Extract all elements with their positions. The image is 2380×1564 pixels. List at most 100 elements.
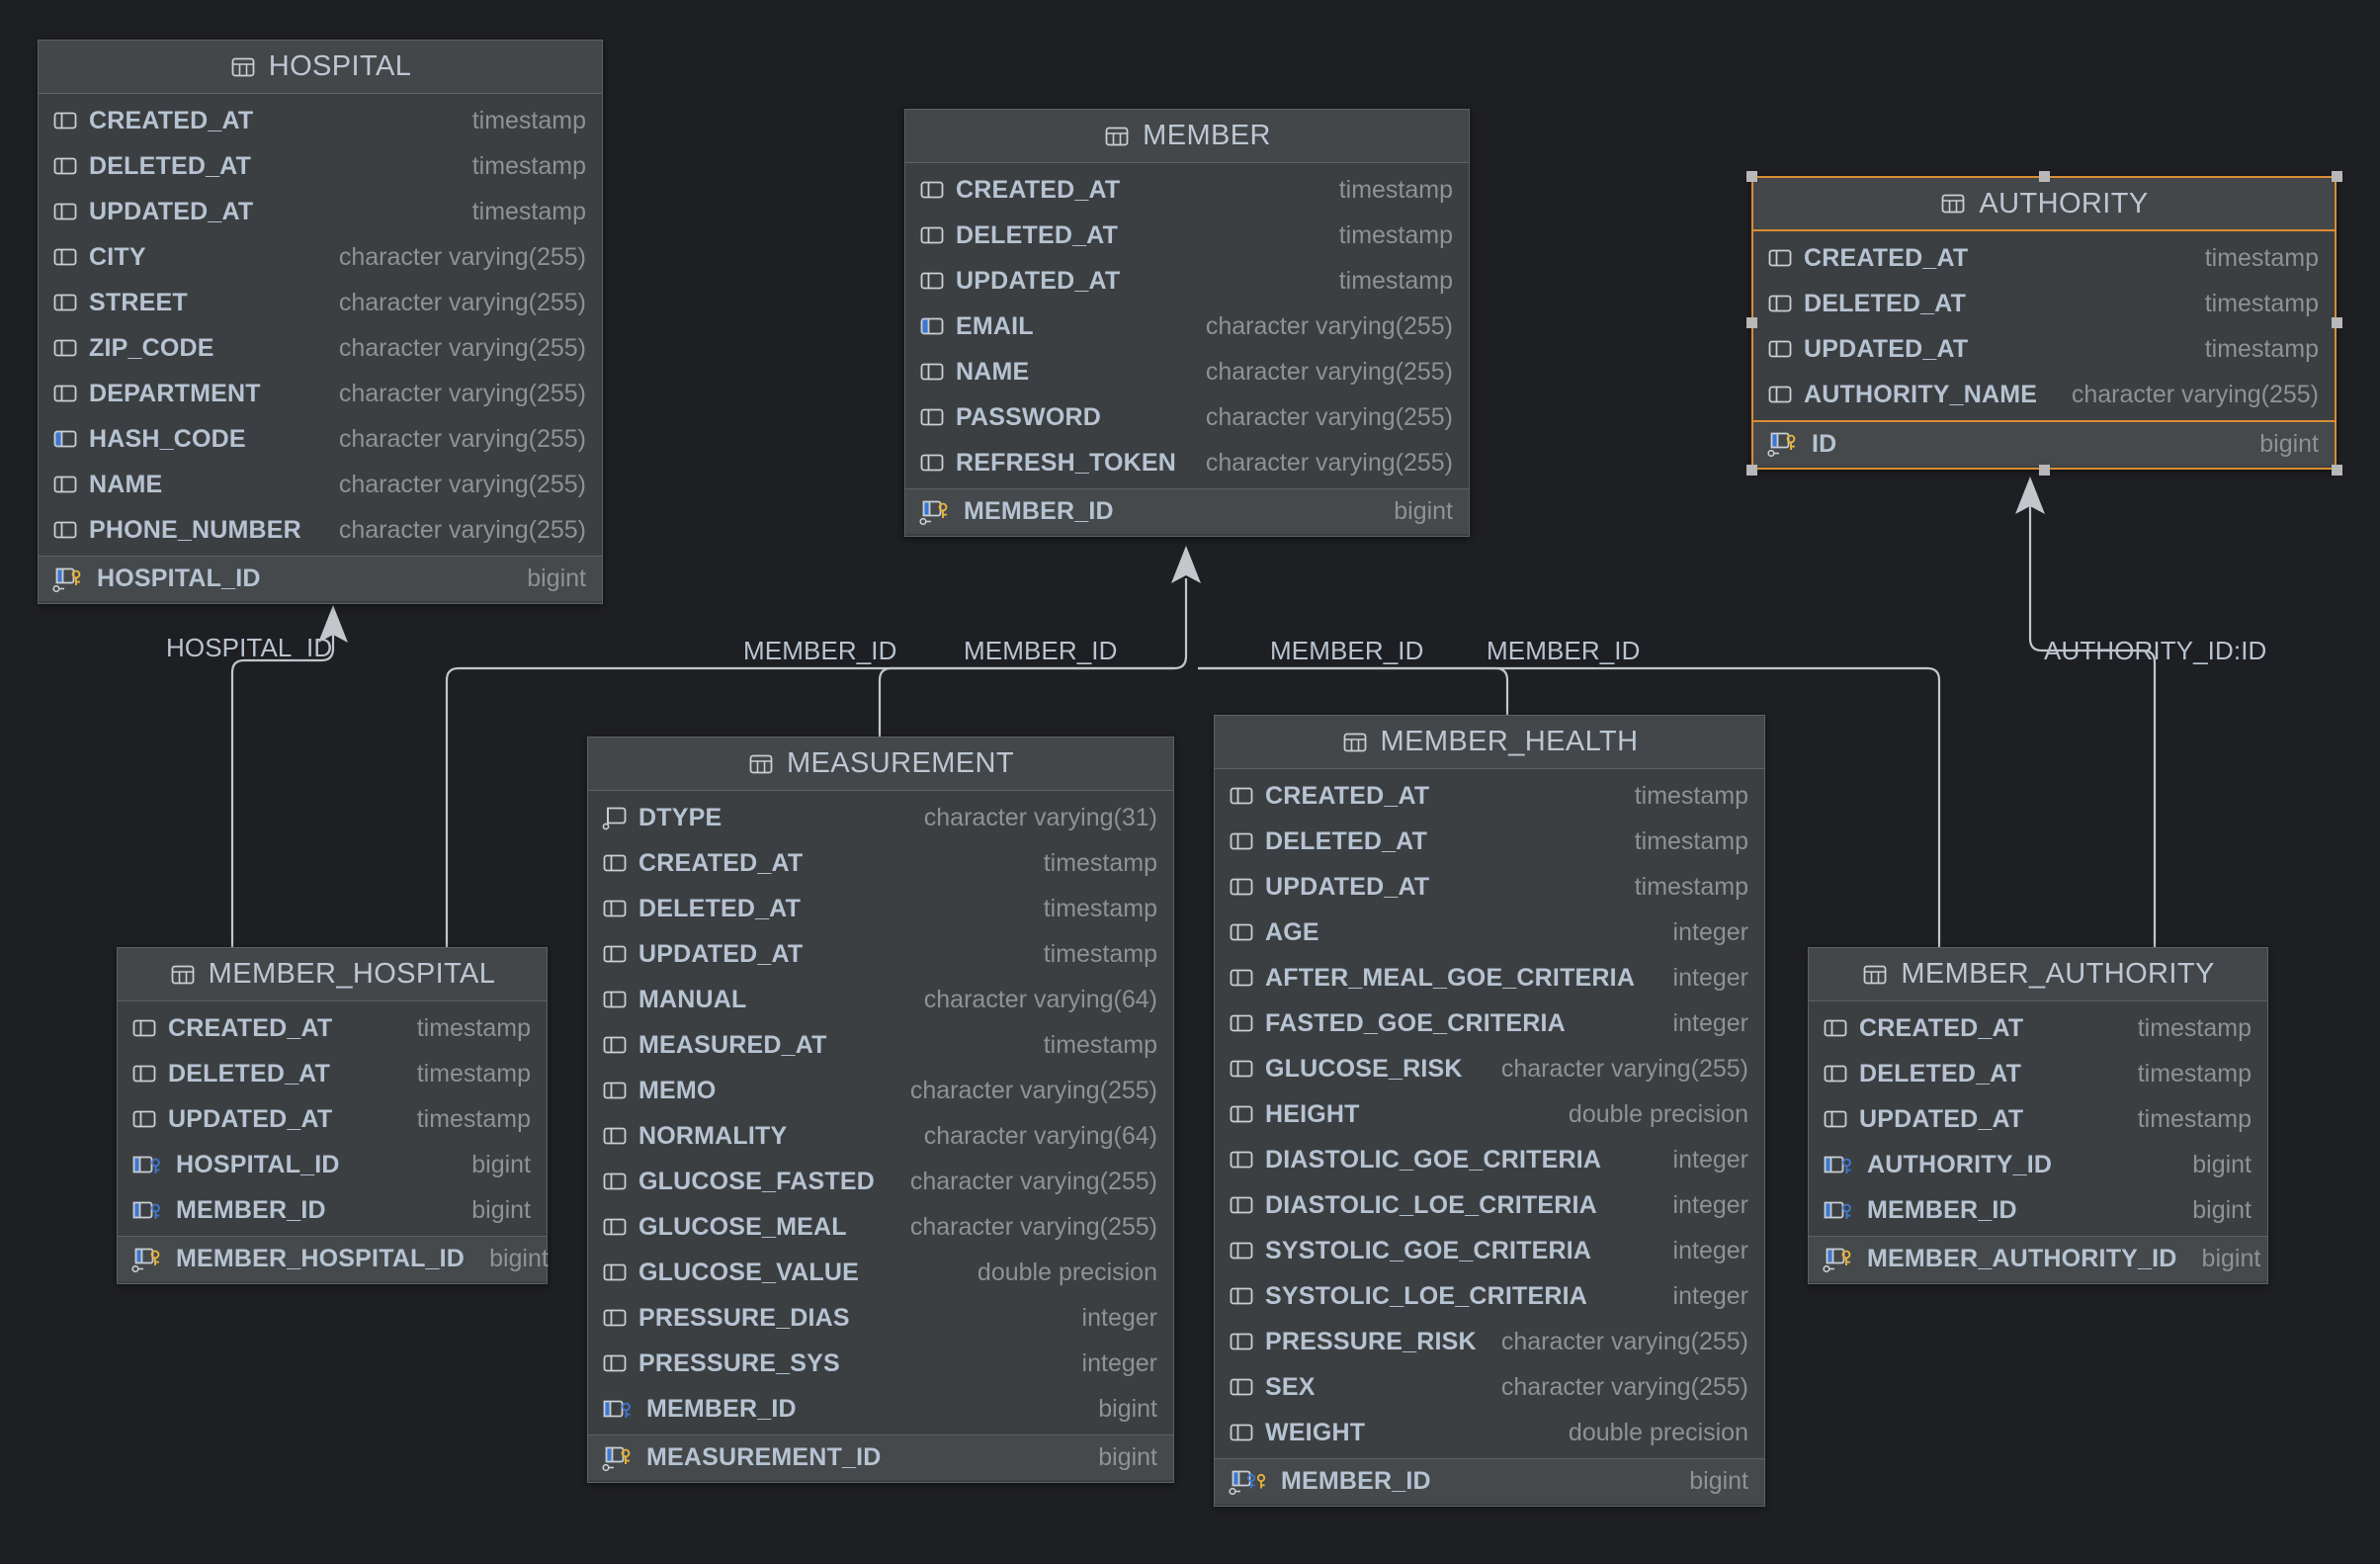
table-row[interactable]: DELETED_AT timestamp xyxy=(905,213,1469,258)
table-row[interactable]: GLUCOSE_FASTED character varying(255) xyxy=(588,1159,1173,1204)
column-icon xyxy=(131,1061,157,1086)
table-node-member_hospital[interactable]: MEMBER_HOSPITAL CREATED_AT timestamp DELETE… xyxy=(117,947,549,1284)
selection-handle-se[interactable] xyxy=(2331,464,2342,476)
er-diagram-canvas[interactable]: HOSPITAL_ID MEMBER_ID MEMBER_ID MEMBER_ID ME… xyxy=(0,0,2380,1564)
table-header-member_health[interactable]: MEMBER_HEALTH xyxy=(1215,716,1764,769)
table-header-member_hospital[interactable]: MEMBER_HOSPITAL xyxy=(118,948,547,1001)
table-row[interactable]: MEMBER_ID bigint xyxy=(588,1386,1173,1432)
table-row[interactable]: ZIP_CODE character varying(255) xyxy=(39,325,602,371)
table-row[interactable]: CREATED_AT timestamp xyxy=(1809,1005,2267,1051)
table-row[interactable]: GLUCOSE_RISK character varying(255) xyxy=(1215,1046,1764,1091)
table-row[interactable]: DEPARTMENT character varying(255) xyxy=(39,371,602,416)
table-node-hospital[interactable]: HOSPITAL CREATED_AT timestamp DELETED_AT tim… xyxy=(38,40,603,604)
table-row[interactable]: NORMALITY character varying(64) xyxy=(588,1113,1173,1159)
table-row[interactable]: CREATED_AT timestamp xyxy=(118,1005,547,1051)
table-node-member[interactable]: MEMBER CREATED_AT timestamp DELETED_AT times… xyxy=(904,109,1470,537)
table-row[interactable]: FASTED_GOE_CRITERIA integer xyxy=(1215,1000,1764,1046)
table-row[interactable]: DIASTOLIC_LOE_CRITERIA integer xyxy=(1215,1182,1764,1228)
table-row[interactable]: PRESSURE_DIAS integer xyxy=(588,1295,1173,1341)
table-row[interactable]: GLUCOSE_VALUE double precision xyxy=(588,1250,1173,1295)
table-icon xyxy=(1341,729,1369,756)
column-name: AGE xyxy=(1265,917,1319,946)
table-row[interactable]: HASH_CODE character varying(255) xyxy=(39,416,602,462)
table-row[interactable]: CITY character varying(255) xyxy=(39,234,602,280)
table-row[interactable]: UPDATED_AT timestamp xyxy=(588,931,1173,977)
foreign-key-icon xyxy=(131,1197,165,1223)
table-row[interactable]: ID bigint xyxy=(1753,420,2335,466)
table-row[interactable]: DELETED_AT timestamp xyxy=(1215,819,1764,864)
table-row[interactable]: DELETED_AT timestamp xyxy=(1809,1051,2267,1096)
table-header-member[interactable]: MEMBER xyxy=(905,110,1469,163)
column-icon xyxy=(52,244,78,270)
table-row[interactable]: GLUCOSE_MEAL character varying(255) xyxy=(588,1204,1173,1250)
selection-handle-w[interactable] xyxy=(1745,317,1757,328)
table-row[interactable]: DELETED_AT timestamp xyxy=(588,886,1173,931)
table-row[interactable]: MEMBER_HOSPITAL_ID bigint xyxy=(118,1236,549,1281)
table-row[interactable]: MEMBER_ID bigint xyxy=(118,1187,547,1233)
table-row[interactable]: DIASTOLIC_GOE_CRITERIA integer xyxy=(1215,1137,1764,1182)
table-row[interactable]: SEX character varying(255) xyxy=(1215,1364,1764,1410)
table-header-member_authority[interactable]: MEMBER_AUTHORITY xyxy=(1809,948,2267,1001)
table-row[interactable]: UPDATED_AT timestamp xyxy=(39,189,602,234)
table-row[interactable]: AUTHORITY_NAME character varying(255) xyxy=(1753,372,2335,417)
table-row[interactable]: MEMBER_AUTHORITY_ID bigint xyxy=(1809,1236,2267,1281)
column-type: character varying(255) xyxy=(1205,402,1453,431)
table-row[interactable]: CREATED_AT timestamp xyxy=(905,167,1469,213)
table-row[interactable]: CREATED_AT timestamp xyxy=(588,840,1173,886)
table-row[interactable]: HOSPITAL_ID bigint xyxy=(39,556,602,601)
table-row[interactable]: HOSPITAL_ID bigint xyxy=(118,1142,547,1187)
table-row[interactable]: MANUAL character varying(64) xyxy=(588,977,1173,1022)
table-row[interactable]: DELETED_AT timestamp xyxy=(39,143,602,189)
table-row[interactable]: DTYPE character varying(31) xyxy=(588,795,1173,840)
table-node-authority[interactable]: AUTHORITY CREATED_AT timestamp DELETED_AT ti… xyxy=(1751,176,2337,470)
table-row[interactable]: SYSTOLIC_GOE_CRITERIA integer xyxy=(1215,1228,1764,1273)
selection-handle-e[interactable] xyxy=(2331,317,2342,328)
table-row[interactable]: PRESSURE_RISK character varying(255) xyxy=(1215,1319,1764,1364)
table-row[interactable]: MEMO character varying(255) xyxy=(588,1068,1173,1113)
table-row[interactable]: UPDATED_AT timestamp xyxy=(1753,326,2335,372)
column-icon xyxy=(602,1214,628,1240)
selection-handle-s[interactable] xyxy=(2038,464,2050,476)
selection-handle-sw[interactable] xyxy=(1745,464,1757,476)
table-row[interactable]: DELETED_AT timestamp xyxy=(1753,281,2335,326)
table-row[interactable]: UPDATED_AT timestamp xyxy=(118,1096,547,1142)
table-row[interactable]: DELETED_AT timestamp xyxy=(118,1051,547,1096)
table-row[interactable]: PRESSURE_SYS integer xyxy=(588,1341,1173,1386)
table-row[interactable]: NAME character varying(255) xyxy=(905,349,1469,394)
table-row[interactable]: HEIGHT double precision xyxy=(1215,1091,1764,1137)
table-row[interactable]: SYSTOLIC_LOE_CRITERIA integer xyxy=(1215,1273,1764,1319)
table-row[interactable]: CREATED_AT timestamp xyxy=(39,98,602,143)
table-row[interactable]: CREATED_AT timestamp xyxy=(1753,235,2335,281)
table-row[interactable]: UPDATED_AT timestamp xyxy=(1215,864,1764,910)
selection-handle-n[interactable] xyxy=(2038,170,2050,182)
table-row[interactable]: NAME character varying(255) xyxy=(39,462,602,507)
table-row[interactable]: PHONE_NUMBER character varying(255) xyxy=(39,507,602,553)
table-row[interactable]: MEMBER_ID bigint xyxy=(1215,1458,1764,1504)
table-header-hospital[interactable]: HOSPITAL xyxy=(39,41,602,94)
table-row[interactable]: MEASURED_AT timestamp xyxy=(588,1022,1173,1068)
table-row[interactable]: STREET character varying(255) xyxy=(39,280,602,325)
table-header-authority[interactable]: AUTHORITY xyxy=(1753,178,2335,231)
table-row[interactable]: UPDATED_AT timestamp xyxy=(1809,1096,2267,1142)
table-row[interactable]: MEASUREMENT_ID bigint xyxy=(588,1434,1173,1480)
table-node-measurement[interactable]: MEASUREMENT DTYPE character varying(31) CRE… xyxy=(587,737,1174,1483)
table-row[interactable]: CREATED_AT timestamp xyxy=(1215,773,1764,819)
selection-handle-ne[interactable] xyxy=(2331,170,2342,182)
table-header-measurement[interactable]: MEASUREMENT xyxy=(588,738,1173,791)
table-row[interactable]: REFRESH_TOKEN character varying(255) xyxy=(905,440,1469,485)
column-type: timestamp xyxy=(2137,1013,2252,1042)
table-row[interactable]: PASSWORD character varying(255) xyxy=(905,394,1469,440)
table-row[interactable]: AUTHORITY_ID bigint xyxy=(1809,1142,2267,1187)
table-row[interactable]: AFTER_MEAL_GOE_CRITERIA integer xyxy=(1215,955,1764,1000)
selection-handle-nw[interactable] xyxy=(1745,170,1757,182)
table-row[interactable]: UPDATED_AT timestamp xyxy=(905,258,1469,304)
relationship-label: MEMBER_ID xyxy=(743,636,897,665)
table-icon xyxy=(229,53,257,81)
table-row[interactable]: EMAIL character varying(255) xyxy=(905,304,1469,349)
table-row[interactable]: WEIGHT double precision xyxy=(1215,1410,1764,1455)
table-row[interactable]: MEMBER_ID bigint xyxy=(905,488,1469,534)
table-row[interactable]: AGE integer xyxy=(1215,910,1764,955)
table-row[interactable]: MEMBER_ID bigint xyxy=(1809,1187,2267,1233)
table-node-member_health[interactable]: MEMBER_HEALTH CREATED_AT timestamp DELETED_… xyxy=(1214,715,1765,1507)
table-node-member_authority[interactable]: MEMBER_AUTHORITY CREATED_AT timestamp DELET… xyxy=(1808,947,2268,1284)
